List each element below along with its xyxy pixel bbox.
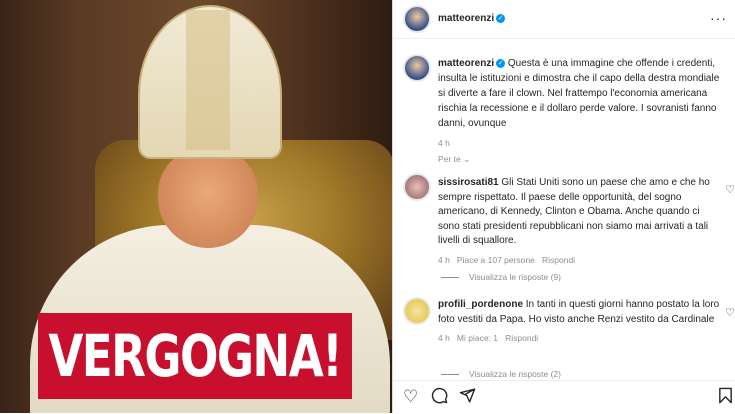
comment-meta: 4 h Piace a 107 persone Rispondi xyxy=(438,253,722,268)
heart-icon[interactable]: ♡ xyxy=(725,183,735,196)
comment-likes[interactable]: Mi piace: 1 xyxy=(457,333,498,343)
reply-button[interactable]: Rispondi xyxy=(505,333,538,343)
verified-icon: ✓ xyxy=(496,58,506,68)
comment-likes[interactable]: Piace a 107 persone xyxy=(457,255,535,265)
comment-meta: 4 h Mi piace: 1 Rispondi xyxy=(438,331,722,346)
action-bar: ♡ xyxy=(393,380,735,414)
comment-time: 4 h xyxy=(438,254,450,265)
share-icon[interactable] xyxy=(459,387,476,409)
mitre-band-graphic xyxy=(186,10,230,150)
bookmark-icon[interactable] xyxy=(718,387,733,409)
comment-avatar[interactable] xyxy=(403,173,431,201)
heart-icon[interactable]: ♡ xyxy=(725,306,735,319)
face-graphic xyxy=(158,148,258,248)
view-replies-button[interactable]: Visualizza le risposte (9) xyxy=(441,272,561,282)
chevron-down-icon: ⌄ xyxy=(463,154,471,164)
post-header: matteorenzi ✓ ··· xyxy=(393,0,735,39)
view-replies-button[interactable]: Visualizza le risposte (2) xyxy=(441,369,561,379)
heart-icon[interactable]: ♡ xyxy=(403,387,418,407)
comment-username[interactable]: sissirosati81 xyxy=(438,177,499,188)
more-options-icon[interactable]: ··· xyxy=(710,10,727,26)
comment-username[interactable]: profili_pordenone xyxy=(438,299,523,310)
verified-icon: ✓ xyxy=(496,13,506,23)
comment-time: 4 h xyxy=(438,333,450,343)
post-image[interactable]: VERGOGNA! xyxy=(0,0,392,413)
post-panel: matteorenzi ✓ ··· matteorenzi ✓ Questa è u… xyxy=(393,0,735,414)
comment-avatar[interactable] xyxy=(403,297,431,325)
header-username[interactable]: matteorenzi xyxy=(438,13,494,24)
overlay-text: VERGOGNA! xyxy=(48,322,344,390)
overlay-banner: VERGOGNA! xyxy=(38,313,352,399)
caption-username[interactable]: matteorenzi xyxy=(438,58,494,69)
translate-label: Per te xyxy=(438,154,461,164)
caption-avatar[interactable] xyxy=(403,54,431,82)
comment-icon[interactable] xyxy=(431,387,448,409)
caption-time: 4 h xyxy=(438,138,450,148)
caption: matteorenzi ✓ Questa è una immagine che o… xyxy=(438,56,726,151)
translate-link[interactable]: Per te ⌄ xyxy=(438,154,470,165)
comment: profili_pordenone In tanti in questi gio… xyxy=(438,298,722,346)
avatar[interactable] xyxy=(403,5,431,33)
comment: sissirosati81 Gli Stati Uniti sono un pa… xyxy=(438,176,722,267)
reply-button[interactable]: Rispondi xyxy=(542,255,575,265)
